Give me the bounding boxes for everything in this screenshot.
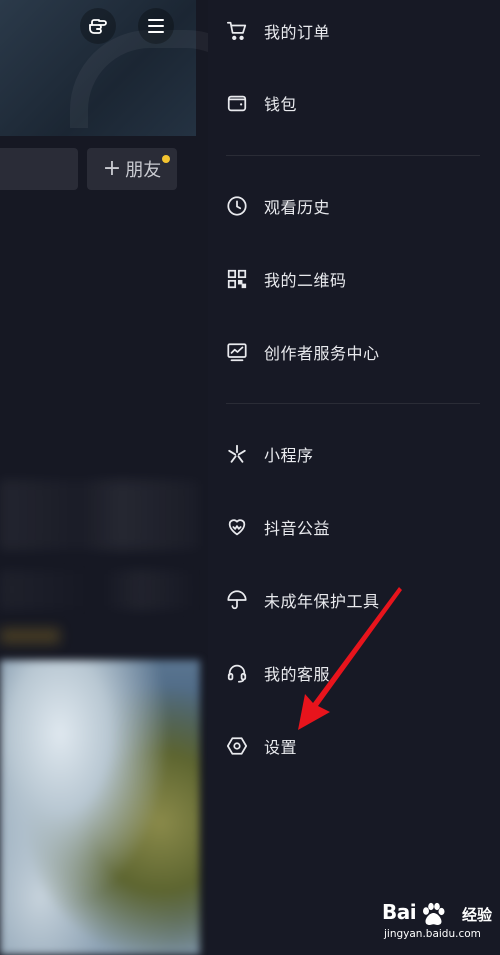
menu-label: 观看历史 [264, 198, 331, 217]
watermark-url: jingyan.baidu.com [384, 928, 481, 940]
blurred-highlight [0, 628, 60, 644]
menu-item-settings[interactable]: 设置 [226, 726, 486, 766]
chart-icon [226, 341, 248, 363]
hand-pointer-icon [89, 19, 107, 34]
notification-dot [162, 155, 170, 163]
menu-label: 抖音公益 [264, 519, 331, 538]
menu-label: 创作者服务中心 [264, 344, 380, 363]
clock-icon [226, 195, 248, 217]
menu-item-customer-service[interactable]: 我的客服 [226, 653, 486, 693]
wallet-icon [226, 92, 248, 114]
menu-label: 我的订单 [264, 23, 331, 42]
plus-icon: + [102, 156, 122, 181]
menu-label: 未成年保护工具 [264, 592, 380, 611]
menu-item-mini-program[interactable]: 小程序 [226, 434, 486, 474]
background-content: + 朋友 [0, 0, 208, 955]
menu-label: 我的二维码 [264, 271, 347, 290]
mini-program-icon [226, 443, 248, 465]
menu-label: 小程序 [264, 446, 314, 465]
blurred-tabs [0, 570, 200, 610]
qrcode-icon [226, 268, 248, 290]
hamburger-icon [148, 19, 164, 33]
menu-label: 钱包 [264, 95, 298, 114]
add-friend-label: 朋友 [125, 160, 162, 181]
menu-item-charity[interactable]: 抖音公益 [226, 507, 486, 547]
menu-item-creator-center[interactable]: 创作者服务中心 [226, 332, 486, 372]
menu-item-orders[interactable]: 我的订单 [226, 11, 486, 51]
menu-button[interactable] [138, 8, 174, 44]
search-box[interactable] [0, 148, 78, 190]
side-drawer: 我的订单 钱包 观看历史 我的二维码 创作者服务中心 小程序 抖音公益 未成年保… [208, 0, 500, 955]
menu-item-minor-protection[interactable]: 未成年保护工具 [226, 580, 486, 620]
menu-item-wallet[interactable]: 钱包 [226, 83, 486, 123]
divider [226, 403, 480, 404]
headset-icon [226, 662, 248, 684]
baidu-watermark: Bai 经验 jingyan.baidu.com [382, 900, 497, 948]
menu-item-history[interactable]: 观看历史 [226, 186, 486, 226]
menu-label: 设置 [264, 738, 298, 757]
watermark-brand: Bai [382, 900, 417, 924]
cart-icon [226, 20, 248, 42]
hand-pointer-button[interactable] [80, 8, 116, 44]
umbrella-icon [226, 589, 248, 611]
blurred-video-thumbnail [0, 660, 200, 955]
blurred-stats [0, 480, 200, 550]
menu-item-qrcode[interactable]: 我的二维码 [226, 259, 486, 299]
settings-hexagon-icon [226, 735, 248, 757]
watermark-brand-cn: 经验 [462, 906, 493, 924]
divider [226, 155, 480, 156]
charity-heart-icon [226, 516, 248, 538]
menu-label: 我的客服 [264, 665, 331, 684]
paw-icon [423, 902, 445, 925]
